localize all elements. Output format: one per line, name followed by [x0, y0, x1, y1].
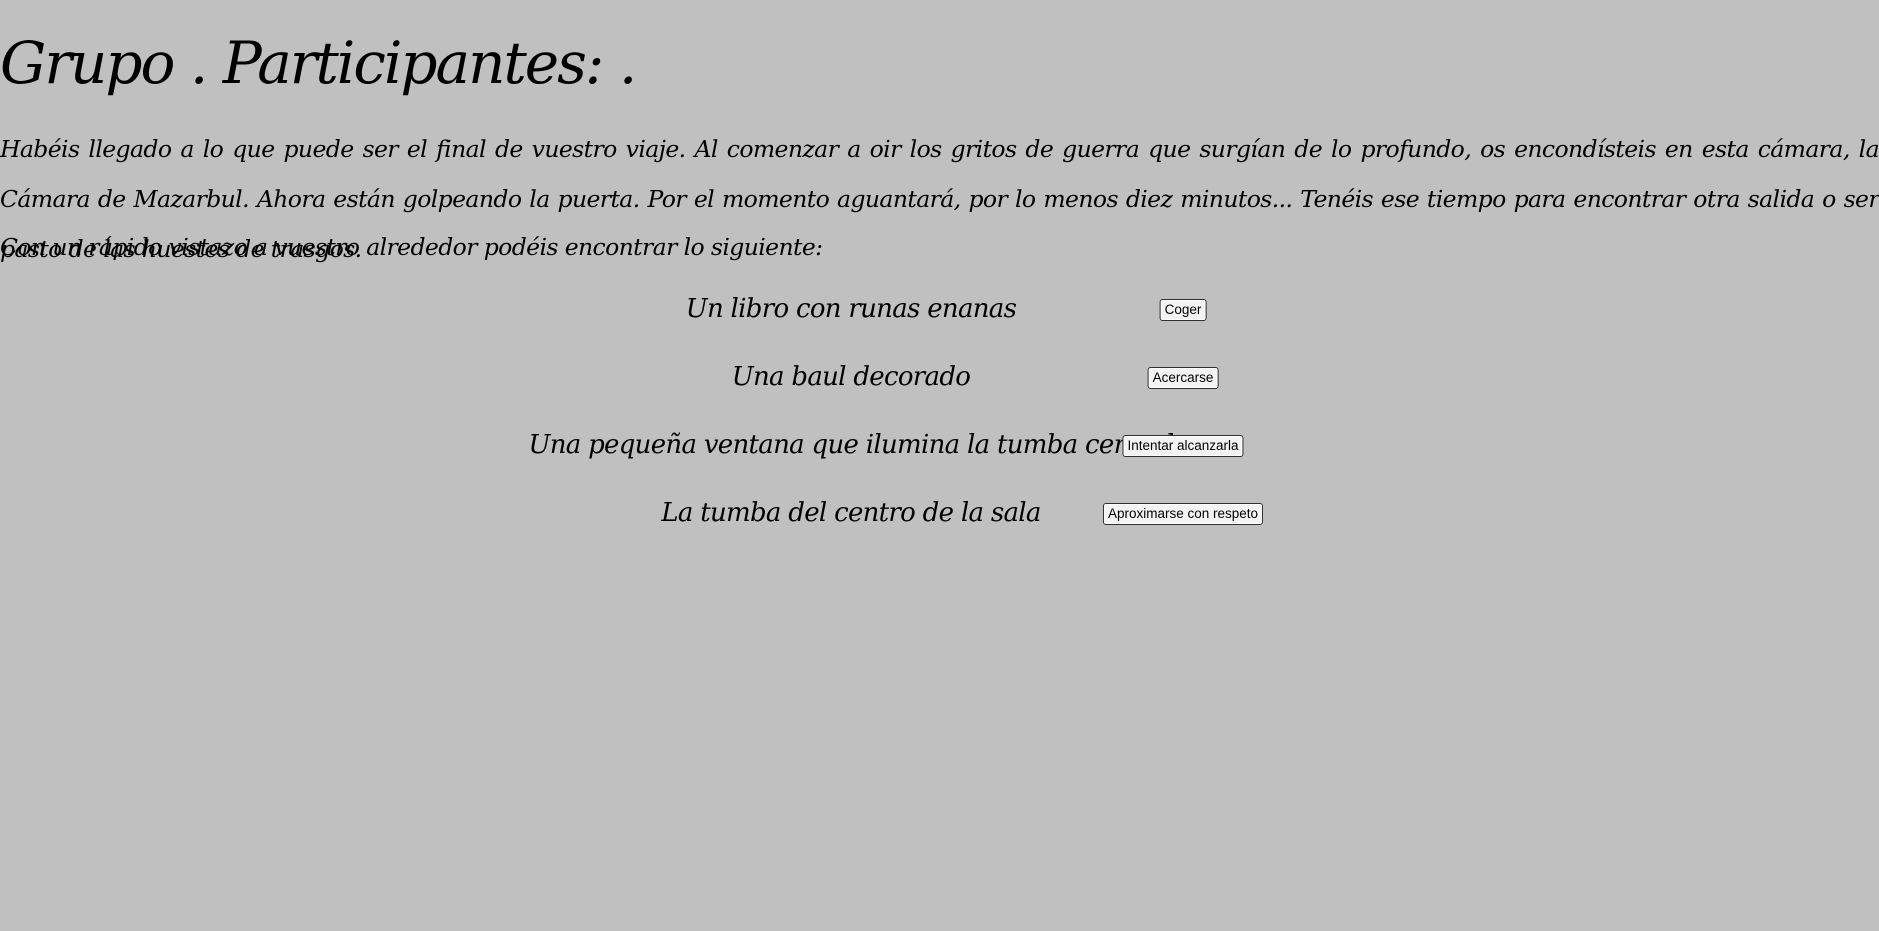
options-intro: Con un rápido vistazo a vuestro alrededo… — [0, 233, 823, 261]
option-label-window: Una pequeña ventana que ilumina la tumba… — [528, 430, 1174, 460]
approach-tomb-button[interactable]: Aproximarse con respeto — [1102, 503, 1264, 525]
page-title: Grupo . Participantes: . — [0, 29, 637, 97]
page: Grupo . Participantes: . Habéis llegado … — [0, 0, 1879, 931]
option-label-chest: Una baul decorado — [731, 362, 971, 392]
reach-window-button[interactable]: Intentar alcanzarla — [1122, 435, 1244, 457]
option-label-tomb: La tumba del centro de la sala — [661, 498, 1041, 528]
take-book-button[interactable]: Coger — [1159, 299, 1207, 321]
option-label-book: Un libro con runas enanas — [685, 294, 1017, 324]
approach-chest-button[interactable]: Acercarse — [1147, 367, 1219, 389]
